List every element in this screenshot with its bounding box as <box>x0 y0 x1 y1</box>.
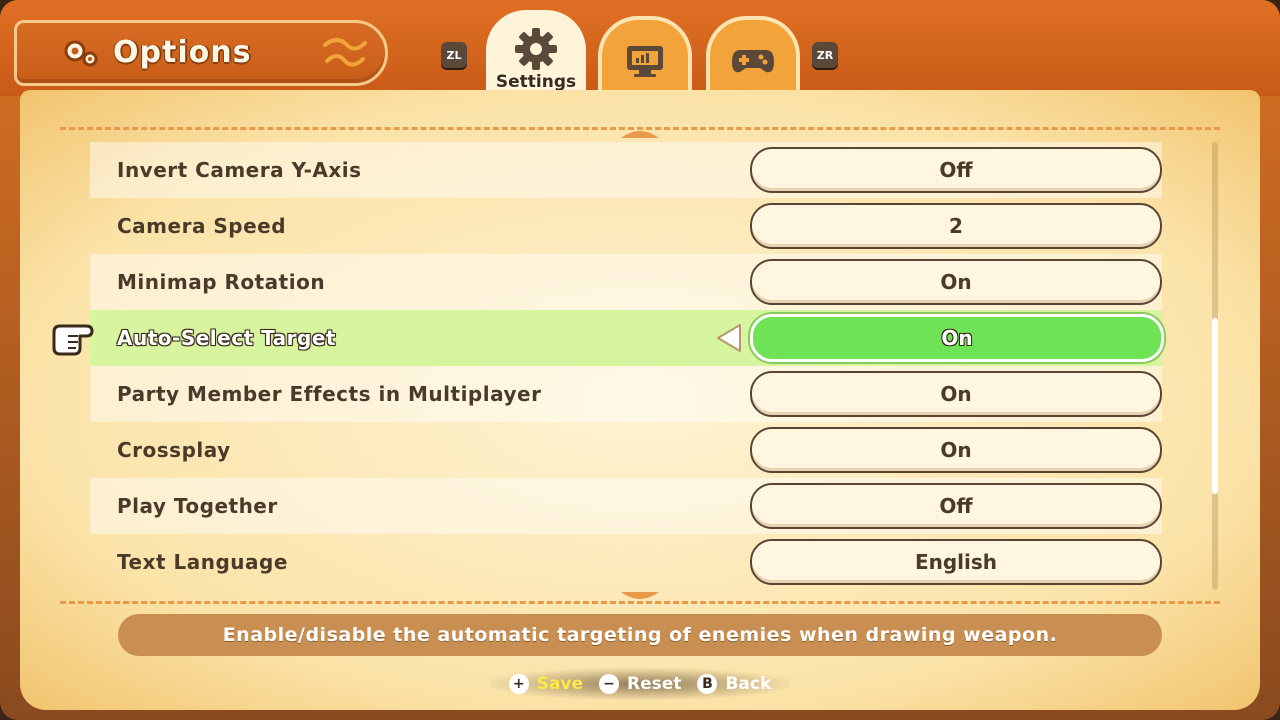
reset-action[interactable]: − Reset <box>599 674 681 694</box>
list-item-selected[interactable]: Auto-Select Target On <box>90 310 1164 366</box>
save-label: Save <box>536 674 584 694</box>
reset-label: Reset <box>627 674 682 694</box>
setting-label: Text Language <box>117 550 288 574</box>
setting-value[interactable]: English <box>750 539 1162 585</box>
setting-label: Party Member Effects in Multiplayer <box>117 382 542 406</box>
scroll-up-icon[interactable] <box>617 126 663 140</box>
setting-value[interactable]: 2 <box>750 203 1162 249</box>
list-item[interactable]: Party Member Effects in Multiplayer On <box>90 366 1162 422</box>
setting-label: Minimap Rotation <box>117 270 326 294</box>
arrow-left-icon[interactable] <box>714 322 744 354</box>
setting-label: Invert Camera Y-Axis <box>117 158 362 182</box>
settings-list: Invert Camera Y-Axis Off Camera Speed 2 … <box>90 142 1164 590</box>
scrollbar[interactable] <box>1212 142 1218 590</box>
monitor-icon <box>627 46 663 77</box>
save-action[interactable]: + Save <box>508 674 584 694</box>
list-item[interactable]: Minimap Rotation On <box>90 254 1162 310</box>
tab-display[interactable] <box>598 16 692 92</box>
scrollbar-thumb[interactable] <box>1212 318 1218 494</box>
ornament-icon <box>323 38 367 67</box>
setting-value[interactable]: On <box>750 259 1162 305</box>
back-action[interactable]: B Back <box>697 674 771 694</box>
list-item[interactable]: Text Language English <box>90 534 1162 590</box>
tab-settings[interactable]: Settings <box>486 10 586 100</box>
page-title: Options <box>113 35 252 70</box>
setting-value[interactable]: On <box>750 371 1162 417</box>
setting-label: Camera Speed <box>117 214 287 238</box>
title-plate: Options <box>14 20 388 86</box>
footer-controls: + Save − Reset B Back <box>490 668 790 700</box>
setting-value[interactable]: On <box>750 427 1162 473</box>
tab-label: Settings <box>495 72 577 92</box>
list-item[interactable]: Camera Speed 2 <box>90 198 1162 254</box>
setting-label: Crossplay <box>117 438 231 462</box>
zl-button-hint: ZL <box>441 42 467 68</box>
tab-controls[interactable] <box>706 16 800 92</box>
list-item[interactable]: Play Together Off <box>90 478 1162 534</box>
description-bar: Enable/disable the automatic targeting o… <box>118 614 1162 656</box>
list-item[interactable]: Invert Camera Y-Axis Off <box>90 142 1162 198</box>
gear-icon <box>64 40 98 67</box>
setting-label: Auto-Select Target <box>117 326 336 350</box>
setting-value[interactable]: On <box>750 314 1164 362</box>
scroll-down-icon[interactable] <box>617 590 663 604</box>
back-label: Back <box>725 674 772 694</box>
gear-icon <box>515 28 557 70</box>
zr-button-hint: ZR <box>812 42 838 68</box>
gamepad-icon <box>732 50 774 73</box>
plus-button-icon: + <box>508 674 529 694</box>
setting-value[interactable]: Off <box>750 483 1162 529</box>
b-button-icon: B <box>697 674 718 694</box>
list-item[interactable]: Crossplay On <box>90 422 1162 478</box>
pointer-hand-icon <box>52 324 94 356</box>
setting-value[interactable]: Off <box>750 147 1162 193</box>
setting-label: Play Together <box>117 494 278 518</box>
minus-button-icon: − <box>599 674 620 694</box>
